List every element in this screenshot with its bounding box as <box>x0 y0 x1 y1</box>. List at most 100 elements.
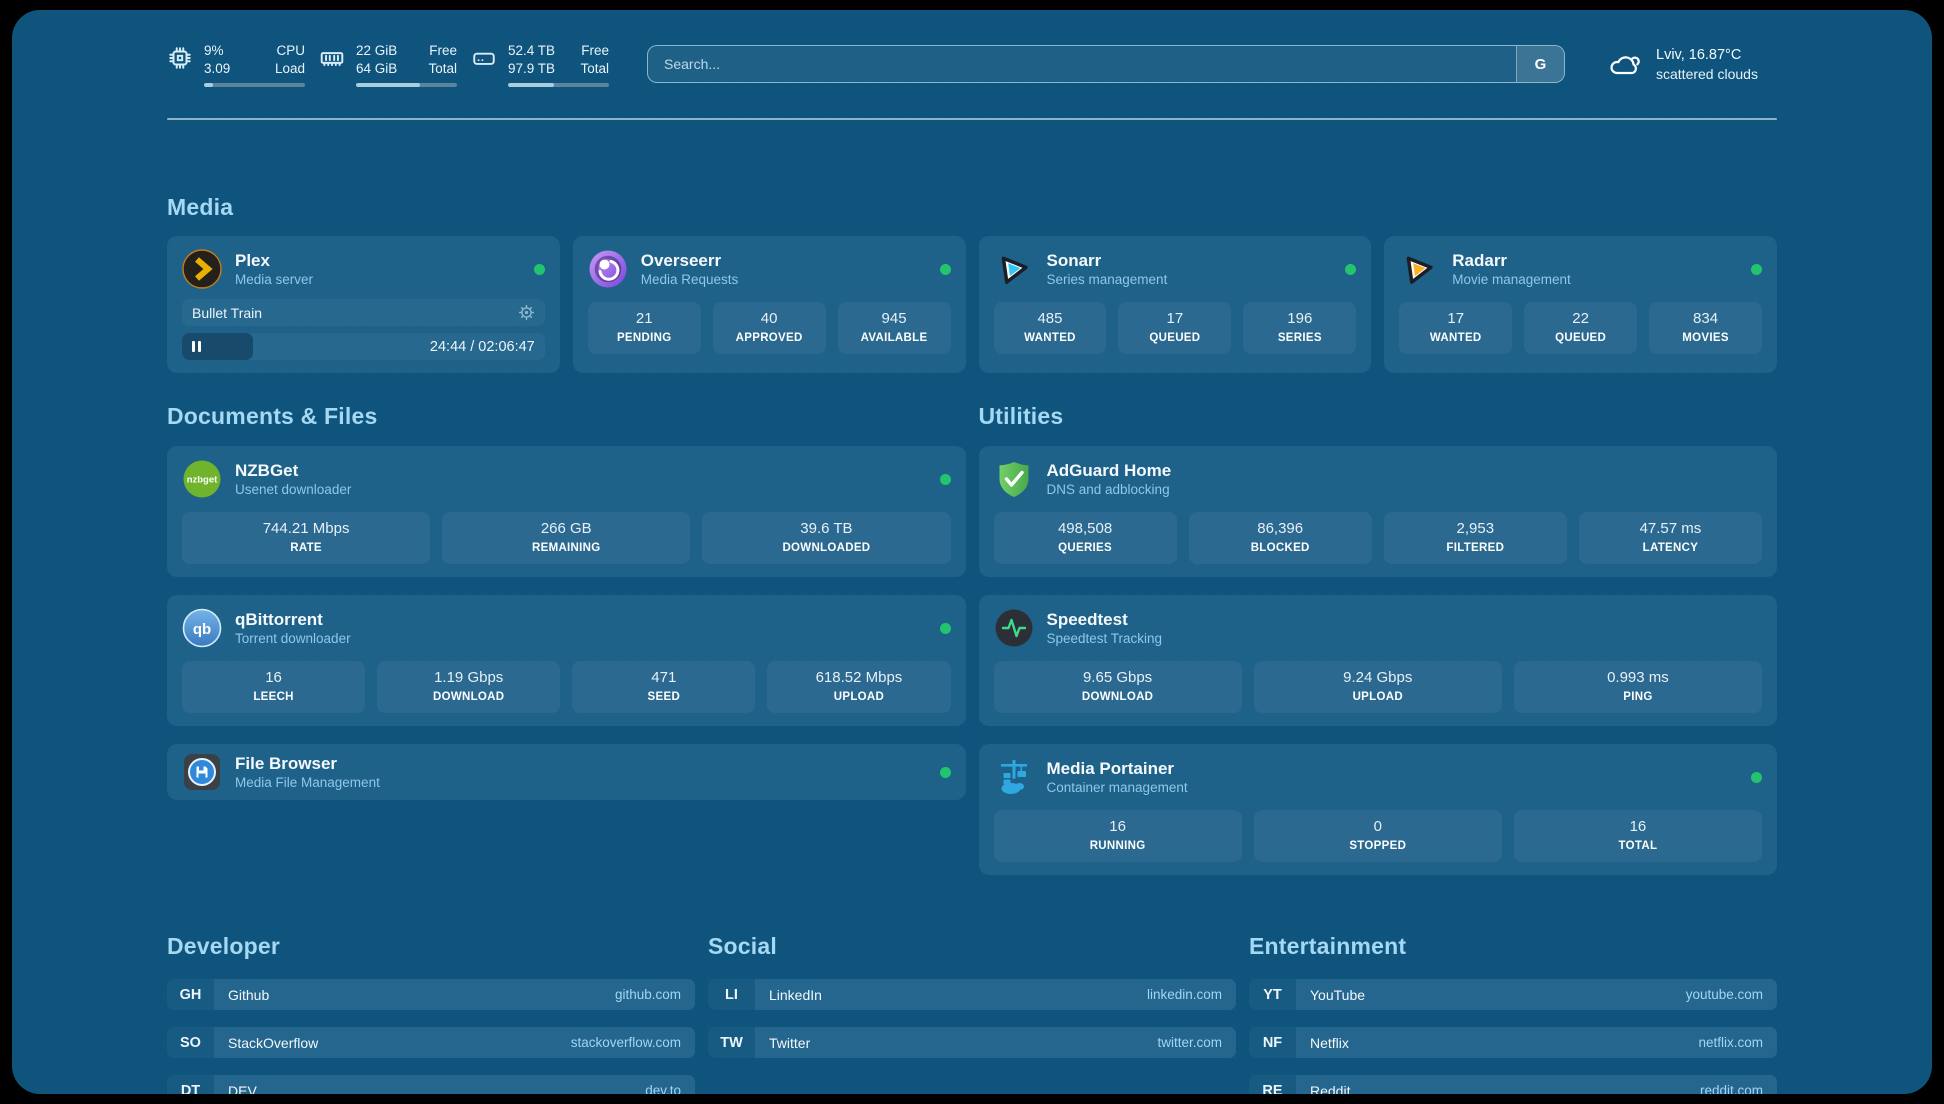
stat-label: QUEUED <box>1122 330 1227 346</box>
qbittorrent-icon: qb <box>182 608 222 648</box>
app-title: Overseerr <box>641 250 928 271</box>
app-subtitle: Torrent downloader <box>235 630 928 648</box>
stat-download: 1.19 Gbps DOWNLOAD <box>377 661 560 713</box>
stat-movies: 834 MOVIES <box>1649 302 1762 354</box>
bookmark-url: netflix.com <box>1698 1035 1763 1050</box>
bookmark-github[interactable]: GH Github github.com <box>167 979 695 1010</box>
app-card-portainer[interactable]: Media Portainer Container management 16 … <box>979 744 1778 875</box>
stat-wanted: 17 WANTED <box>1399 302 1512 354</box>
status-dot <box>940 264 951 275</box>
cpu-widget: 9% 3.09 CPU Load <box>167 42 305 87</box>
disk-icon <box>471 45 497 71</box>
stat-remaining: 266 GB REMAINING <box>442 512 690 564</box>
stat-series: 196 SERIES <box>1243 302 1356 354</box>
bookmark-linkedin[interactable]: LI LinkedIn linkedin.com <box>708 979 1236 1010</box>
filebrowser-icon <box>182 752 222 792</box>
stat-blocked: 86,396 BLOCKED <box>1189 512 1372 564</box>
stat-label: UPLOAD <box>1258 689 1498 705</box>
bookmark-netflix[interactable]: NF Netflix netflix.com <box>1249 1027 1777 1058</box>
disk-free-label: Free <box>580 42 609 60</box>
adguard-icon <box>994 459 1034 499</box>
memory-total-value: 64 GiB <box>356 60 397 78</box>
disk-progress-bar <box>508 83 609 87</box>
app-card-qbittorrent[interactable]: qb qBittorrent Torrent downloader 16 LEE… <box>167 595 966 726</box>
bookmark-youtube[interactable]: YT YouTube youtube.com <box>1249 979 1777 1010</box>
app-card-sonarr[interactable]: Sonarr Series management 485 WANTED 17 Q… <box>979 236 1372 373</box>
stat-label: QUEUED <box>1528 330 1633 346</box>
stat-value: 498,508 <box>998 519 1173 539</box>
stat-running: 16 RUNNING <box>994 810 1242 862</box>
app-card-plex[interactable]: Plex Media server Bullet Train <box>167 236 560 373</box>
bookmark-abbr: NF <box>1249 1027 1296 1058</box>
stat-value: 744.21 Mbps <box>186 519 426 539</box>
status-dot <box>940 767 951 778</box>
stat-label: MOVIES <box>1653 330 1758 346</box>
weather-condition: scattered clouds <box>1656 65 1758 83</box>
stat-label: LEECH <box>186 689 361 705</box>
bookmark-abbr: GH <box>167 979 214 1010</box>
bookmark-name: LinkedIn <box>769 987 822 1003</box>
stat-label: DOWNLOADED <box>706 540 946 556</box>
speedtest-icon <box>994 608 1034 648</box>
memory-widget: 22 GiB 64 GiB Free Total <box>319 42 457 87</box>
memory-free-label: Free <box>428 42 457 60</box>
gear-icon[interactable] <box>518 304 535 321</box>
stat-filtered: 2,953 FILTERED <box>1384 512 1567 564</box>
app-card-overseerr[interactable]: Overseerr Media Requests 21 PENDING 40 A… <box>573 236 966 373</box>
bookmark-dev[interactable]: DT DEV dev.to <box>167 1075 695 1094</box>
stat-label: DOWNLOAD <box>381 689 556 705</box>
section-title-documents: Documents & Files <box>167 403 966 430</box>
stat-value: 0 <box>1258 817 1498 837</box>
stat-value: 86,396 <box>1193 519 1368 539</box>
bookmark-url: stackoverflow.com <box>571 1035 681 1050</box>
disk-total-label: Total <box>580 60 609 78</box>
stat-value: 0.993 ms <box>1518 668 1758 688</box>
stat-value: 39.6 TB <box>706 519 946 539</box>
app-card-filebrowser[interactable]: File Browser Media File Management <box>167 744 966 800</box>
stat-value: 16 <box>186 668 361 688</box>
memory-icon <box>319 45 345 71</box>
stat-value: 266 GB <box>446 519 686 539</box>
app-subtitle: Media server <box>235 271 522 289</box>
bookmark-group-social: Social LI LinkedIn linkedin.com TW Twitt… <box>708 933 1236 1094</box>
bookmark-name: Reddit <box>1310 1083 1350 1095</box>
status-dot <box>534 264 545 275</box>
stat-value: 17 <box>1122 309 1227 329</box>
app-title: qBittorrent <box>235 609 928 630</box>
search-bar: G <box>647 45 1565 83</box>
stat-value: 22 <box>1528 309 1633 329</box>
bookmark-url: linkedin.com <box>1147 987 1222 1002</box>
stat-value: 834 <box>1653 309 1758 329</box>
app-card-speedtest[interactable]: Speedtest Speedtest Tracking 9.65 Gbps D… <box>979 595 1778 726</box>
stat-pending: 21 PENDING <box>588 302 701 354</box>
stat-value: 471 <box>576 668 751 688</box>
bookmark-url: dev.to <box>645 1083 681 1094</box>
stat-label: RATE <box>186 540 426 556</box>
app-card-adguard[interactable]: AdGuard Home DNS and adblocking 498,508 … <box>979 446 1778 577</box>
stat-queued: 17 QUEUED <box>1118 302 1231 354</box>
disk-total-value: 97.9 TB <box>508 60 555 78</box>
app-card-radarr[interactable]: Radarr Movie management 17 WANTED 22 QUE… <box>1384 236 1777 373</box>
app-subtitle: Media File Management <box>235 774 928 792</box>
stat-upload: 9.24 Gbps UPLOAD <box>1254 661 1502 713</box>
bookmark-reddit[interactable]: RE Reddit reddit.com <box>1249 1075 1777 1094</box>
search-input[interactable] <box>648 46 1516 82</box>
bookmark-twitter[interactable]: TW Twitter twitter.com <box>708 1027 1236 1058</box>
app-title: Speedtest <box>1047 609 1763 630</box>
bookmark-stackoverflow[interactable]: SO StackOverflow stackoverflow.com <box>167 1027 695 1058</box>
bookmark-abbr: RE <box>1249 1075 1296 1094</box>
search-provider-button[interactable]: G <box>1516 46 1564 82</box>
weather-location-temp: Lviv, 16.87°C <box>1656 46 1758 65</box>
stat-ping: 0.993 ms PING <box>1514 661 1762 713</box>
bookmark-abbr: SO <box>167 1027 214 1058</box>
app-card-nzbget[interactable]: nzbget NZBGet Usenet downloader 744.21 M… <box>167 446 966 577</box>
stat-rate: 744.21 Mbps RATE <box>182 512 430 564</box>
pause-icon[interactable] <box>192 341 201 352</box>
stat-label: STOPPED <box>1258 838 1498 854</box>
stat-value: 9.65 Gbps <box>998 668 1238 688</box>
stat-value: 16 <box>998 817 1238 837</box>
bookmark-group-developer: Developer GH Github github.com SO StackO… <box>167 933 695 1094</box>
bookmark-url: reddit.com <box>1700 1083 1763 1094</box>
app-title: Sonarr <box>1047 250 1334 271</box>
app-subtitle: Movie management <box>1452 271 1739 289</box>
